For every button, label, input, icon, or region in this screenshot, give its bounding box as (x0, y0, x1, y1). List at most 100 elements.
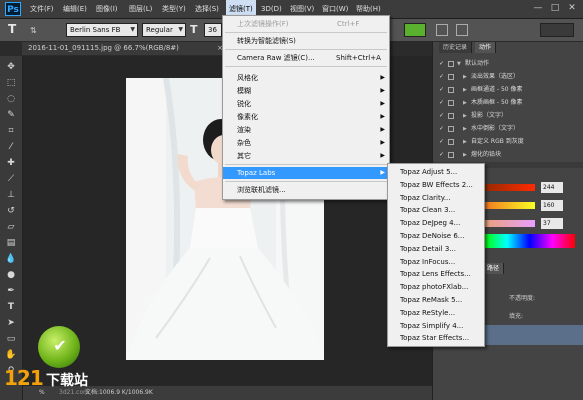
menu-item-topaz-bw-effects[interactable]: Topaz BW Effects 2... (388, 179, 484, 192)
menu-item-topaz-simplify[interactable]: Topaz Simplify 4... (388, 320, 484, 333)
character-panel-icon[interactable] (456, 24, 468, 36)
tab-actions[interactable]: 动作 (475, 42, 497, 53)
menu-item-topaz-lens-effects[interactable]: Topaz Lens Effects... (388, 268, 484, 281)
dialog-toggle-icon[interactable] (448, 125, 454, 132)
menu-item-topaz-infocus[interactable]: Topaz InFocus... (388, 256, 484, 269)
menu-image[interactable]: 图像(I) (96, 0, 118, 18)
menu-item-topaz-labs[interactable]: Topaz Labs ▶ (223, 167, 389, 179)
menu-select[interactable]: 选择(S) (195, 0, 219, 18)
path-select-tool-icon[interactable]: ➤ (4, 316, 18, 330)
dialog-toggle-icon[interactable] (448, 138, 454, 145)
gradient-tool-icon[interactable]: ▤ (4, 236, 18, 250)
menu-item-topaz-detail[interactable]: Topaz Detail 3... (388, 243, 484, 256)
checkmark-icon[interactable]: ✓ (439, 97, 445, 108)
action-row[interactable]: ✓ ▶ 淡出效果（选区） (439, 71, 571, 82)
menu-item-topaz-clean[interactable]: Topaz Clean 3... (388, 204, 484, 217)
crop-tool-icon[interactable]: ⌗ (4, 124, 18, 138)
lasso-tool-icon[interactable]: ◌ (4, 92, 18, 106)
action-row[interactable]: ✓ ▶ 投影（文字） (439, 110, 571, 121)
menu-item-noise[interactable]: 杂色 ▶ (223, 137, 389, 149)
brush-tool-icon[interactable]: ⟋ (4, 172, 18, 186)
font-size-input[interactable]: 36 (204, 23, 222, 37)
checkmark-icon[interactable]: ✓ (439, 123, 445, 134)
menu-item-topaz-star-effects[interactable]: Topaz Star Effects... (388, 332, 484, 345)
green-value-input[interactable]: 160 (541, 200, 563, 211)
action-row[interactable]: ✓ ▶ 熔化的铅块 (439, 149, 571, 160)
font-style-select[interactable]: Regular ▼ (142, 23, 186, 37)
maximize-icon[interactable]: □ (549, 2, 561, 14)
blur-tool-icon[interactable]: 💧 (4, 252, 18, 266)
checkmark-icon[interactable]: ✓ (439, 136, 445, 147)
action-row[interactable]: ✓ ▶ 水中倒影（文字） (439, 123, 571, 134)
blue-value-input[interactable]: 37 (541, 218, 563, 229)
tab-paths[interactable]: 路径 (483, 263, 505, 274)
checkmark-icon[interactable]: ✓ (439, 58, 445, 69)
menu-item-stylize[interactable]: 风格化 ▶ (223, 72, 389, 84)
expand-right-icon[interactable]: ▶ (463, 98, 471, 109)
type-tool-icon[interactable]: T (4, 300, 18, 314)
text-color-swatch[interactable] (404, 23, 426, 37)
menu-item-blur[interactable]: 模糊 ▶ (223, 85, 389, 97)
menu-file[interactable]: 文件(F) (30, 0, 54, 18)
expand-right-icon[interactable]: ▶ (463, 150, 471, 161)
tab-history[interactable]: 历史记录 (439, 42, 473, 53)
menu-type[interactable]: 类型(Y) (162, 0, 186, 18)
clone-stamp-tool-icon[interactable]: ⊥ (4, 188, 18, 202)
dodge-tool-icon[interactable]: ● (4, 268, 18, 282)
warp-text-icon[interactable] (436, 24, 448, 36)
menu-item-convert-smart-filter[interactable]: 转换为智能滤镜(S) (223, 35, 389, 47)
dialog-toggle-icon[interactable] (448, 60, 454, 67)
marquee-tool-icon[interactable]: ⬚ (4, 76, 18, 90)
red-value-input[interactable]: 244 (541, 182, 563, 193)
action-row[interactable]: ✓ ▶ 自定义 RGB 到灰度 (439, 136, 571, 147)
menu-item-topaz-remask[interactable]: Topaz ReMask 5... (388, 294, 484, 307)
checkmark-icon[interactable]: ✓ (439, 149, 445, 160)
menu-item-topaz-adjust[interactable]: Topaz Adjust 5... (388, 166, 484, 179)
menu-item-topaz-restyle[interactable]: Topaz ReStyle... (388, 307, 484, 320)
menu-item-camera-raw[interactable]: Camera Raw 滤镜(C)... Shift+Ctrl+A (223, 52, 389, 64)
action-row[interactable]: ✓ ▶ 画框通道 - 50 像素 (439, 84, 571, 95)
menu-item-sharpen[interactable]: 锐化 ▶ (223, 98, 389, 110)
close-icon[interactable]: ✕ (566, 2, 578, 14)
shape-tool-icon[interactable]: ▭ (4, 332, 18, 346)
dialog-toggle-icon[interactable] (448, 99, 454, 106)
dialog-toggle-icon[interactable] (448, 112, 454, 119)
expand-down-icon[interactable]: ▼ (457, 59, 465, 70)
expand-right-icon[interactable]: ▶ (463, 72, 471, 83)
menu-layer[interactable]: 图层(L) (129, 0, 152, 18)
pen-tool-icon[interactable]: ✒ (4, 284, 18, 298)
checkmark-icon[interactable]: ✓ (439, 71, 445, 82)
minimize-icon[interactable]: — (532, 2, 544, 14)
eyedropper-tool-icon[interactable]: ⁄ (4, 140, 18, 154)
menu-item-topaz-denoise[interactable]: Topaz DeNoise 6... (388, 230, 484, 243)
checkmark-icon[interactable]: ✓ (439, 84, 445, 95)
menu-item-other[interactable]: 其它 ▶ (223, 150, 389, 162)
text-orientation-icon[interactable]: ⇅ (30, 26, 37, 35)
menu-item-render[interactable]: 渲染 ▶ (223, 124, 389, 136)
action-row[interactable]: ✓ ▶ 木质画框 - 50 像素 (439, 97, 571, 108)
expand-right-icon[interactable]: ▶ (463, 111, 471, 122)
type-tool-icon[interactable]: T (8, 22, 16, 36)
expand-right-icon[interactable]: ▶ (463, 124, 471, 135)
menu-edit[interactable]: 编辑(E) (63, 0, 87, 18)
menu-item-topaz-dejpeg[interactable]: Topaz DeJpeg 4... (388, 217, 484, 230)
checkmark-icon[interactable]: ✓ (439, 110, 445, 121)
document-tab[interactable]: 2016-11-01_091115.jpg @ 66.7%(RGB/8#) × (22, 42, 229, 55)
menu-item-topaz-clarity[interactable]: Topaz Clarity... (388, 192, 484, 205)
hand-tool-icon[interactable]: ✋ (4, 348, 18, 362)
menu-item-topaz-photofxlab[interactable]: Topaz photoFXlab... (388, 281, 484, 294)
eraser-tool-icon[interactable]: ▱ (4, 220, 18, 234)
quick-select-tool-icon[interactable]: ✎ (4, 108, 18, 122)
expand-right-icon[interactable]: ▶ (463, 137, 471, 148)
font-family-select[interactable]: Berlin Sans FB ▼ (66, 23, 138, 37)
healing-brush-tool-icon[interactable]: ✚ (4, 156, 18, 170)
menu-item-browse-online-filters[interactable]: 浏览联机滤镜... (223, 184, 389, 196)
workspace-select[interactable] (540, 23, 574, 37)
action-set-row[interactable]: ✓ ▼ 默认动作 (439, 58, 571, 69)
dialog-toggle-icon[interactable] (448, 73, 454, 80)
move-tool-icon[interactable]: ✥ (4, 60, 18, 74)
history-brush-tool-icon[interactable]: ↺ (4, 204, 18, 218)
expand-right-icon[interactable]: ▶ (463, 85, 471, 96)
menu-item-pixelate[interactable]: 像素化 ▶ (223, 111, 389, 123)
dialog-toggle-icon[interactable] (448, 151, 454, 158)
